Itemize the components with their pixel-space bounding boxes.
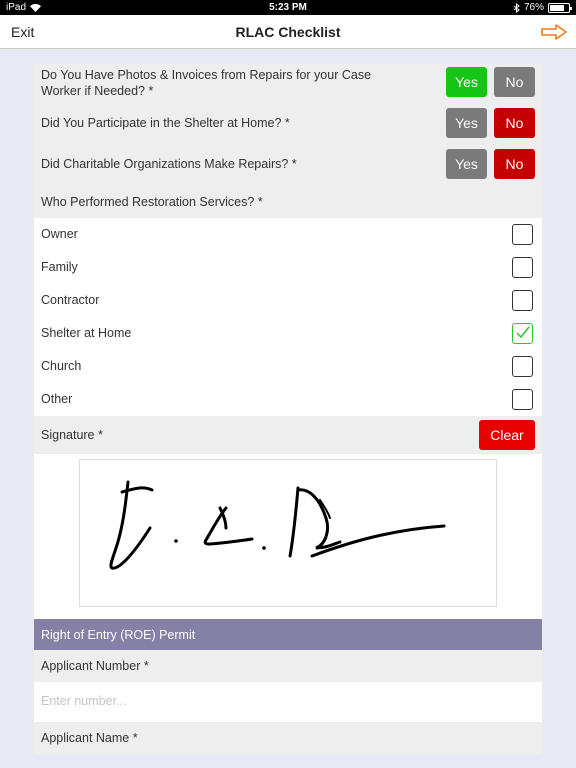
checkbox-row-other[interactable]: Other — [34, 383, 542, 416]
signature-area — [34, 454, 542, 619]
checkbox-other[interactable] — [512, 389, 533, 410]
signature-label: Signature * — [41, 428, 103, 442]
no-button[interactable]: No — [494, 149, 535, 179]
signature-pad[interactable] — [79, 459, 497, 607]
clear-signature-button[interactable]: Clear — [479, 420, 535, 450]
no-button[interactable]: No — [494, 67, 535, 97]
battery-percent: 76% — [523, 2, 544, 13]
checkmark-icon — [516, 326, 530, 339]
applicant-name-header: Applicant Name * — [34, 722, 542, 754]
roe-section-header: Right of Entry (ROE) Permit — [34, 619, 542, 650]
question-restoration-services: Who Performed Restoration Services? * — [34, 183, 542, 218]
bluetooth-icon — [513, 2, 520, 13]
checkbox-shelter-at-home[interactable] — [512, 323, 533, 344]
question-shelter-at-home: Did You Participate in the Shelter at Ho… — [34, 101, 542, 142]
checkbox-row-shelter-at-home[interactable]: Shelter at Home — [34, 317, 542, 350]
applicant-number-header: Applicant Number * — [34, 650, 542, 682]
page-title: RLAC Checklist — [235, 24, 341, 40]
battery-icon — [548, 2, 572, 13]
checkbox-owner[interactable] — [512, 224, 533, 245]
signature-drawing — [109, 480, 446, 570]
checkbox-family[interactable] — [512, 257, 533, 278]
field-label: Applicant Number * — [41, 659, 149, 673]
checkbox-contractor[interactable] — [512, 290, 533, 311]
checkbox-row-contractor[interactable]: Contractor — [34, 284, 542, 317]
no-button[interactable]: No — [494, 108, 535, 138]
applicant-number-row — [34, 682, 542, 722]
question-charitable-repairs: Did Charitable Organizations Make Repair… — [34, 142, 542, 183]
form-content: Do You Have Photos & Invoices from Repai… — [34, 64, 542, 754]
question-label: Who Performed Restoration Services? * — [41, 195, 263, 209]
yes-button[interactable]: Yes — [446, 149, 487, 179]
question-label: Do You Have Photos & Invoices from Repai… — [41, 68, 372, 98]
checkbox-label: Shelter at Home — [41, 326, 132, 340]
exit-button[interactable]: Exit — [11, 24, 34, 40]
checkbox-label: Owner — [41, 227, 78, 241]
question-label: Did Charitable Organizations Make Repair… — [41, 157, 297, 171]
applicant-number-input[interactable] — [41, 690, 531, 712]
status-time: 5:23 PM — [269, 2, 307, 13]
checkbox-label: Contractor — [41, 293, 100, 307]
checkbox-row-church[interactable]: Church — [34, 350, 542, 383]
checkbox-label: Family — [41, 260, 78, 274]
checkbox-label: Church — [41, 359, 82, 373]
checkbox-church[interactable] — [512, 356, 533, 377]
yes-button[interactable]: Yes — [446, 67, 487, 97]
checkbox-label: Other — [41, 392, 73, 406]
nav-bar: Exit RLAC Checklist — [0, 15, 576, 49]
arrow-right-icon[interactable] — [540, 22, 568, 42]
checkbox-row-owner[interactable]: Owner — [34, 218, 542, 251]
yes-button[interactable]: Yes — [446, 108, 487, 138]
section-title: Right of Entry (ROE) Permit — [41, 628, 196, 642]
question-label: Did You Participate in the Shelter at Ho… — [41, 116, 290, 130]
signature-header: Signature * Clear — [34, 416, 542, 454]
checkbox-row-family[interactable]: Family — [34, 251, 542, 284]
field-label: Applicant Name * — [41, 731, 138, 745]
question-photos-invoices: Do You Have Photos & Invoices from Repai… — [34, 64, 542, 101]
status-bar: iPad 5:23 PM 76% — [0, 0, 576, 15]
